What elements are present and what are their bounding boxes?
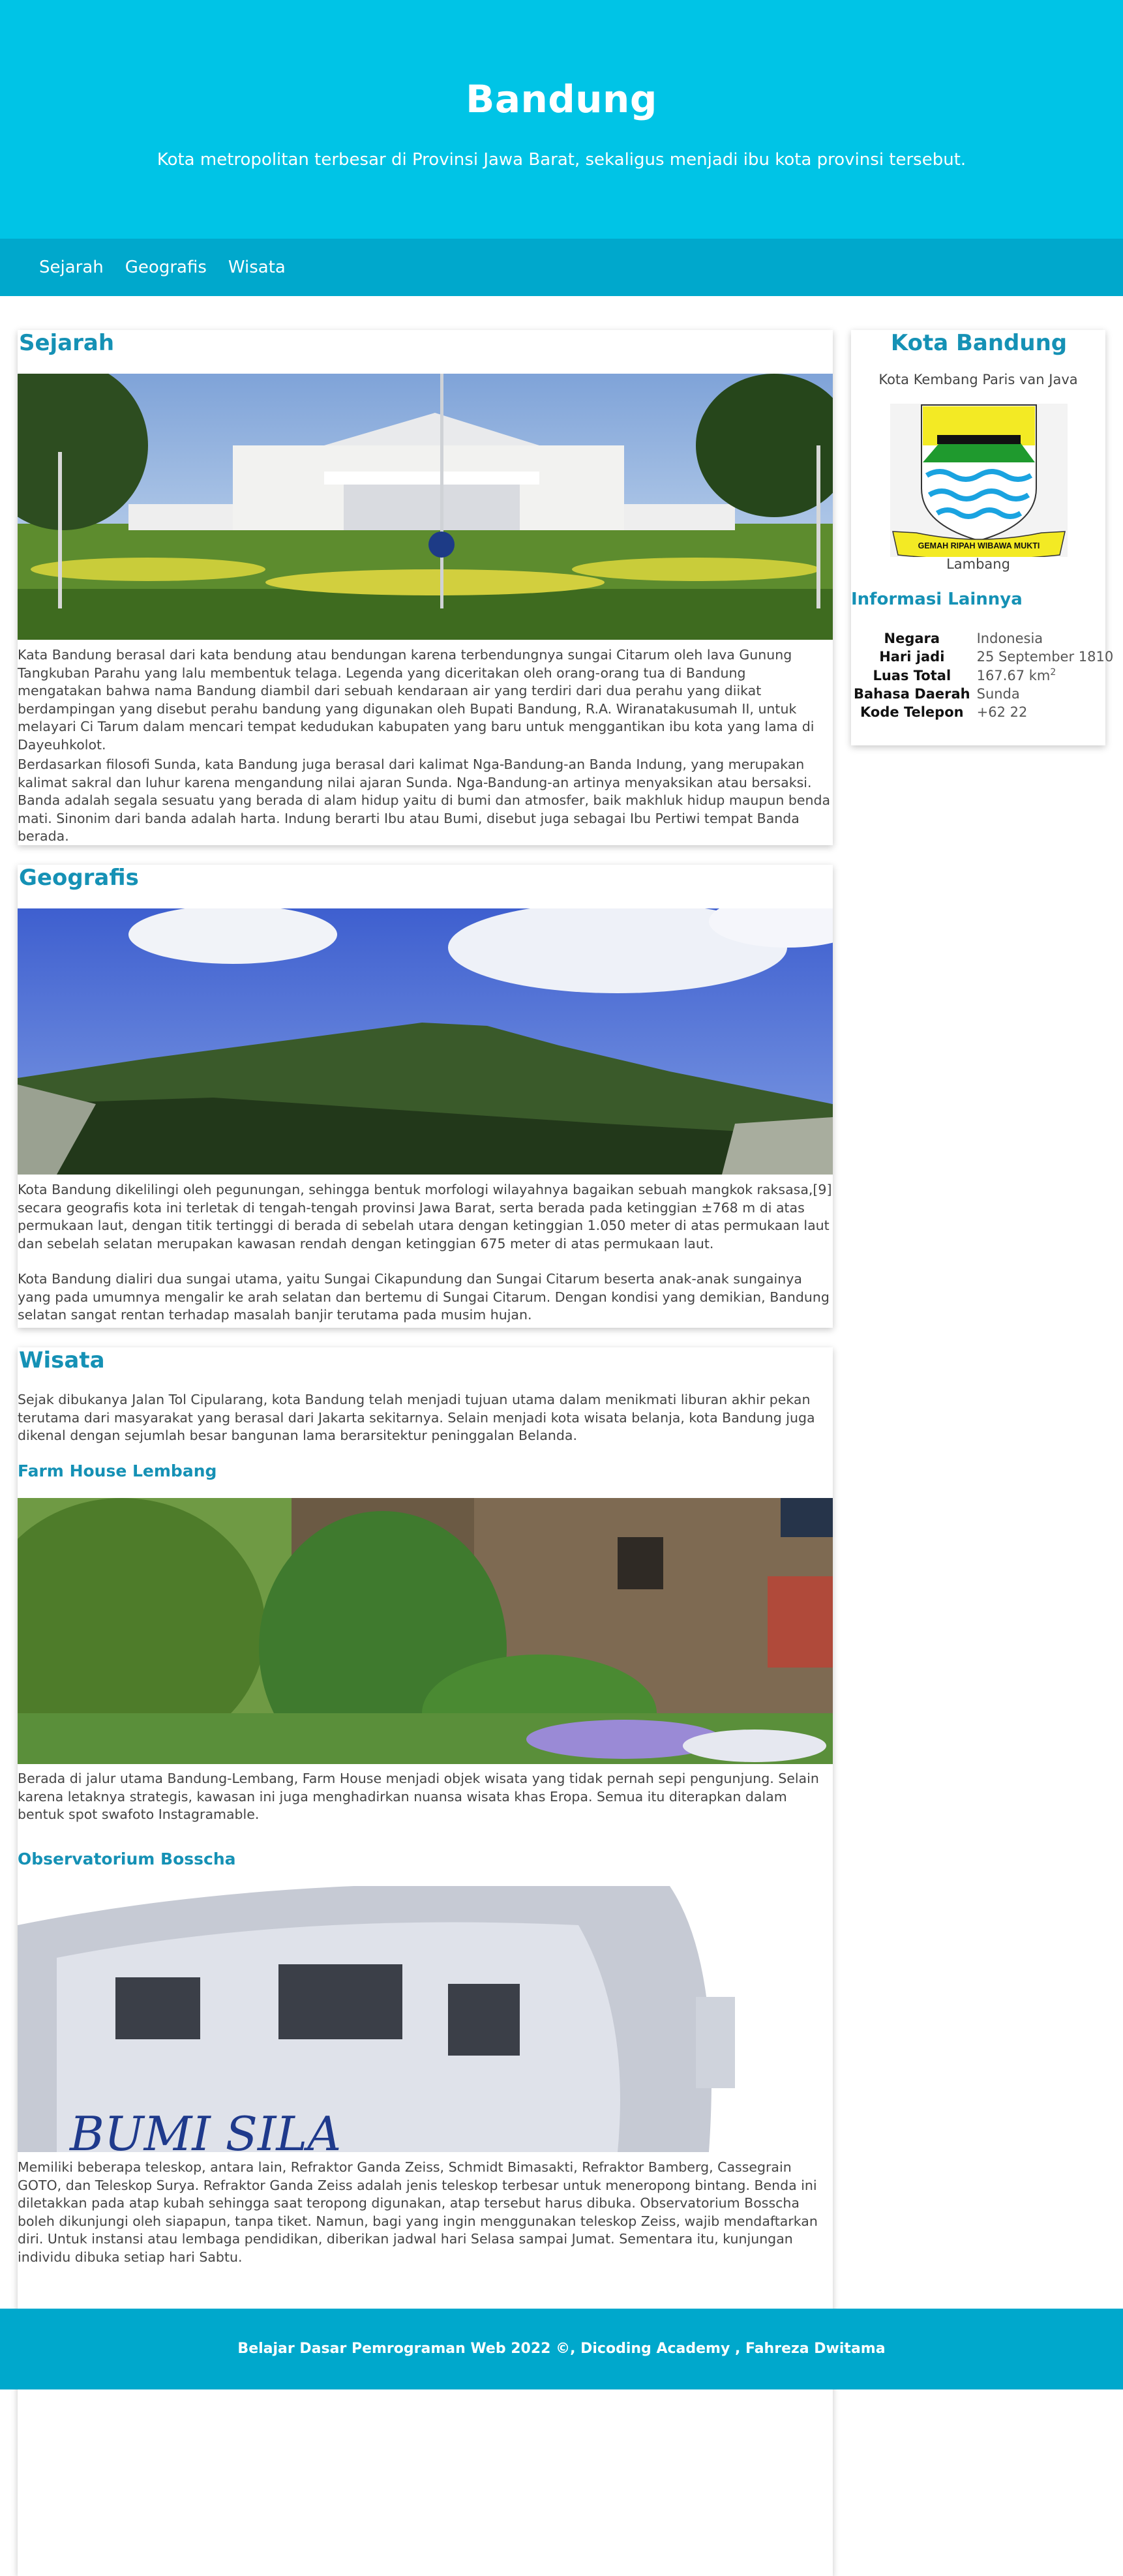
- info-label: Kode Telepon: [860, 704, 964, 720]
- footer-text: Belajar Dasar Pemrograman Web 2022 ©, Di…: [237, 2341, 886, 2357]
- place-title-bosscha: Observatorium Bosscha: [18, 1850, 236, 1868]
- info-label: Luas Total: [873, 667, 951, 683]
- section-geografis: Geografis Kota Bandung dikelilingi oleh …: [18, 865, 833, 1328]
- page-title: Bandung: [466, 77, 657, 121]
- wisata-intro: Sejak dibukanya Jalan Tol Cipularang, ko…: [18, 1392, 815, 1443]
- main-nav: Sejarah Geografis Wisata: [0, 239, 1123, 296]
- info-row: Bahasa Daerah Sunda: [851, 685, 1115, 703]
- section-wisata: Wisata Sejak dibukanya Jalan Tol Cipular…: [18, 1347, 833, 2576]
- emblem-motto: GEMAH RIPAH WIBAWA MUKTI: [918, 541, 1040, 550]
- nav-link-wisata[interactable]: Wisata: [228, 258, 286, 277]
- info-value: 25 September 1810: [976, 649, 1114, 665]
- aside-title: Kota Bandung: [890, 330, 1068, 356]
- place-title-farm-house: Farm House Lembang: [18, 1461, 217, 1480]
- content-layout: Sejarah Kata Bandung berasal dari kata b…: [0, 296, 1123, 2576]
- area-value: 167.67 km: [976, 668, 1051, 683]
- info-row: Kode Telepon +62 22: [851, 703, 1115, 721]
- profile-aside: Kota Bandung Kota Kembang Paris van Java…: [851, 330, 1113, 745]
- bosscha-sign-text: BUMI SILA: [68, 2106, 341, 2152]
- info-row: Negara Indonesia: [851, 629, 1115, 648]
- info-value: Sunda: [976, 686, 1020, 702]
- emblem-image: GEMAH RIPAH WIBAWA MUKTI: [890, 404, 1068, 560]
- gedung-sate-image: [18, 374, 833, 640]
- nav-link-sejarah[interactable]: Sejarah: [39, 258, 104, 277]
- info-label: Negara: [884, 631, 940, 646]
- info-table: Negara Indonesia Hari jadi 25 September …: [851, 629, 1115, 721]
- geografis-paragraph: Kota Bandung dialiri dua sungai utama, y…: [18, 1271, 830, 1323]
- page-footer: Belajar Dasar Pemrograman Web 2022 ©, Di…: [0, 2309, 1123, 2389]
- farm-house-text: Berada di jalur utama Bandung-Lembang, F…: [18, 1771, 819, 1822]
- sejarah-paragraph: Berdasarkan filosofi Sunda, kata Bandung…: [18, 756, 831, 844]
- info-label: Hari jadi: [879, 649, 945, 665]
- info-value: Indonesia: [976, 631, 1043, 646]
- aside-subtitle: Kota Kembang Paris van Java: [878, 372, 1078, 387]
- page-tagline: Kota metropolitan terbesar di Provinsi J…: [157, 150, 966, 170]
- section-title-sejarah: Sejarah: [19, 330, 115, 356]
- nav-link-geografis[interactable]: Geografis: [125, 258, 207, 277]
- section-title-geografis: Geografis: [19, 865, 139, 891]
- area-unit-exponent: 2: [1050, 667, 1056, 678]
- info-row: Luas Total 167.67 km2: [851, 666, 1115, 685]
- farm-house-image: [18, 1498, 833, 1764]
- sejarah-paragraph: Kata Bandung berasal dari kata bendung a…: [18, 647, 815, 753]
- page-header: Bandung Kota metropolitan terbesar di Pr…: [0, 0, 1123, 239]
- info-value-area: 167.67 km2: [973, 666, 1115, 685]
- info-value: +62 22: [976, 704, 1028, 720]
- info-title: Informasi Lainnya: [851, 590, 1023, 609]
- section-title-wisata: Wisata: [19, 1347, 105, 1373]
- geografis-paragraph: Kota Bandung dikelilingi oleh pegunungan…: [18, 1182, 832, 1251]
- emblem-caption: Lambang: [946, 556, 1010, 572]
- bosscha-text: Memiliki beberapa teleskop, antara lain,…: [18, 2159, 818, 2265]
- info-row: Hari jadi 25 September 1810: [851, 648, 1115, 666]
- bosscha-image: BUMI SILA: [18, 1886, 833, 2152]
- section-sejarah: Sejarah Kata Bandung berasal dari kata b…: [18, 330, 833, 845]
- info-label: Bahasa Daerah: [854, 686, 970, 702]
- bandung-emblem-icon: GEMAH RIPAH WIBAWA MUKTI: [892, 404, 1066, 560]
- mountain-image: [18, 908, 833, 1175]
